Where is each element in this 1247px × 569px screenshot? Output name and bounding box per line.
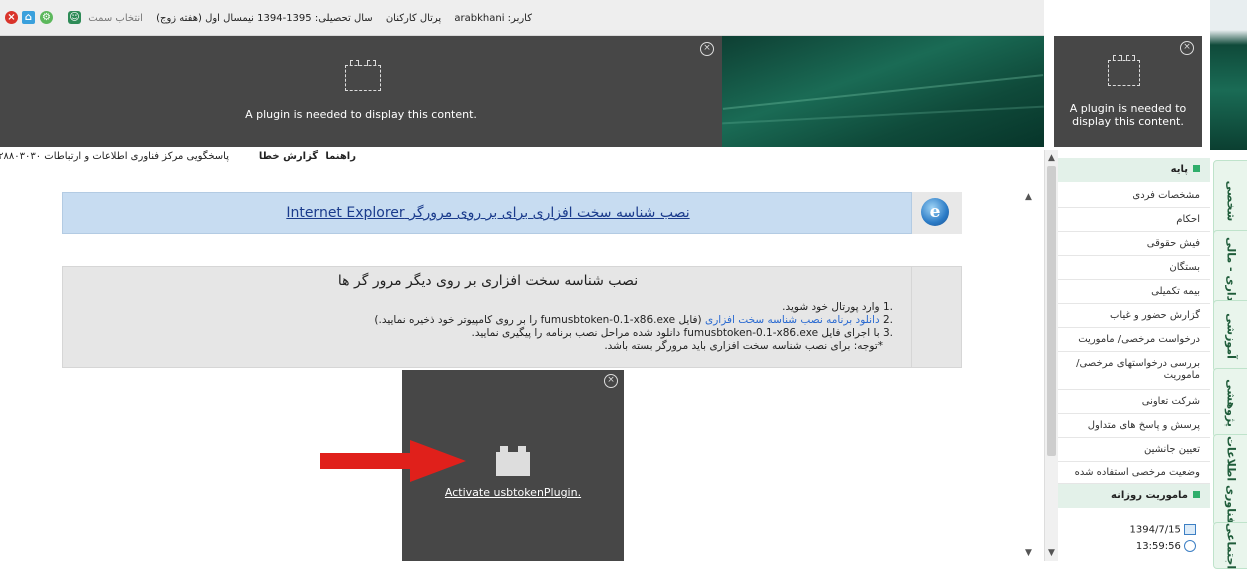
ie-icon-cell: e: [912, 192, 962, 234]
other-browsers-side: [912, 266, 962, 368]
sidebar-scrollbar[interactable]: ▲ ▼: [1044, 150, 1058, 561]
close-icon[interactable]: ×: [604, 374, 618, 388]
sidebar-item[interactable]: گزارش حضور و غیاب: [1058, 304, 1210, 328]
help-link[interactable]: راهنما: [325, 151, 356, 162]
select-role-link[interactable]: انتخاب سمت: [88, 13, 143, 24]
sidebar-item[interactable]: شرکت تعاونی: [1058, 390, 1210, 414]
scroll-thumb[interactable]: [1047, 166, 1056, 456]
top-info: کاربر: arabkhani پرتال کارکنان سال تحصیل…: [78, 13, 532, 24]
clock-icon: [1184, 540, 1196, 552]
content-frame: نصب شناسه سخت افزاری برای بر روی مرورگر …: [0, 166, 1037, 561]
plugin-icon: [345, 60, 381, 91]
ie-install-link[interactable]: نصب شناسه سخت افزاری برای بر روی مرورگر …: [63, 205, 913, 221]
support-text: پاسخگویی مرکز فناوری اطلاعات و ارتباطات …: [0, 151, 229, 162]
sidebar-section-daily[interactable]: ماموریت روزانه: [1058, 484, 1210, 508]
home-icon[interactable]: ⌂: [22, 11, 35, 24]
time-readout: 13:59:56: [1136, 540, 1196, 552]
sidebar-item[interactable]: احکام: [1058, 208, 1210, 232]
step-3: .3 با اجرای فایل fumusbtoken-0.1-x86.exe…: [471, 327, 894, 339]
note: *توجه: برای نصب شناسه سخت افزاری باید مر…: [604, 340, 883, 352]
user-label: کاربر: arabkhani: [454, 13, 532, 24]
links-bar: راهنما گزارش خطا پاسخگویی مرکز فناوری اط…: [0, 148, 1044, 166]
vertical-tabs: شخصی اداری - مالی آموزشی پژوهشی فناوری ا…: [1210, 150, 1247, 569]
sidebar-item[interactable]: بیمه تکمیلی: [1058, 280, 1210, 304]
sidebar-item[interactable]: تعیین جانشین: [1058, 438, 1210, 462]
content-scrollbar[interactable]: ▲ ▼: [1022, 166, 1037, 561]
sidebar-item[interactable]: مشخصات فردی: [1058, 184, 1210, 208]
top-bar: × ⌂ ⚙ ☺ کاربر: arabkhani پرتال کارکنان س…: [0, 0, 1044, 36]
download-link[interactable]: دانلود برنامه نصب شناسه سخت افزاری: [705, 314, 880, 326]
date-readout: 1394/7/15: [1130, 524, 1196, 536]
step-2: .2 دانلود برنامه نصب شناسه سخت افزاری (ف…: [374, 314, 893, 326]
install-steps: .1 وارد پورتال خود شوید. .2 دانلود برنام…: [133, 301, 893, 353]
sidebar-item[interactable]: فیش حقوقی: [1058, 232, 1210, 256]
academic-year: سال تحصیلی: 1395-1394 نیمسال اول (هفته ز…: [156, 13, 373, 24]
tab-it[interactable]: فناوری اطلاعات: [1213, 434, 1247, 526]
other-browsers-box: نصب شناسه سخت افزاری بر روی دیگر مرور گر…: [62, 266, 912, 368]
side-plugin-banner: × A plugin is needed to display this con…: [1054, 36, 1202, 147]
internet-explorer-icon: e: [921, 198, 949, 226]
close-icon[interactable]: ×: [5, 11, 18, 24]
plugin-message[interactable]: A plugin is needed to display this conte…: [1062, 102, 1194, 128]
red-arrow: [320, 440, 466, 482]
portal-link[interactable]: پرتال کارکنان: [386, 13, 441, 24]
plugin-banner: × A plugin is needed to display this con…: [0, 36, 722, 147]
sidebar-section-base[interactable]: پایه: [1058, 158, 1210, 182]
sidebar-item[interactable]: وضعیت مرخصی استفاده شده: [1058, 462, 1210, 484]
step-1: .1 وارد پورتال خود شوید.: [782, 301, 893, 313]
close-icon[interactable]: ×: [1180, 41, 1194, 55]
report-error-link[interactable]: گزارش خطا: [259, 151, 318, 162]
plugin-block-icon: [496, 446, 530, 476]
header-art: [722, 36, 1044, 147]
tab-research[interactable]: پژوهشی: [1213, 368, 1247, 438]
sidebar-item[interactable]: درخواست مرخصی/ ماموریت: [1058, 328, 1210, 352]
settings-icon[interactable]: ⚙: [40, 11, 53, 24]
activate-plugin-link[interactable]: Activate usbtokenPlugin.: [402, 486, 624, 499]
tab-social[interactable]: اجتماعی: [1213, 522, 1247, 569]
sidebar-item[interactable]: پرسش و پاسخ های متداول: [1058, 414, 1210, 438]
close-icon[interactable]: ×: [700, 42, 714, 56]
plugin-message[interactable]: A plugin is needed to display this conte…: [0, 108, 722, 121]
sidebar-item[interactable]: بررسی درخواستهای مرخصی/ماموریت: [1058, 352, 1210, 390]
calendar-icon: [1184, 524, 1196, 535]
sidebar-item[interactable]: بستگان: [1058, 256, 1210, 280]
other-browsers-title: نصب شناسه سخت افزاری بر روی دیگر مرور گر…: [337, 273, 639, 289]
tabs-header-art: [1210, 0, 1247, 150]
sidebar: پایه مشخصات فردی احکام فیش حقوقی بستگان …: [1058, 150, 1210, 561]
tab-education[interactable]: آموزشی: [1213, 300, 1247, 372]
ie-install-box: نصب شناسه سخت افزاری برای بر روی مرورگر …: [62, 192, 912, 234]
plugin-icon: [1108, 55, 1140, 86]
